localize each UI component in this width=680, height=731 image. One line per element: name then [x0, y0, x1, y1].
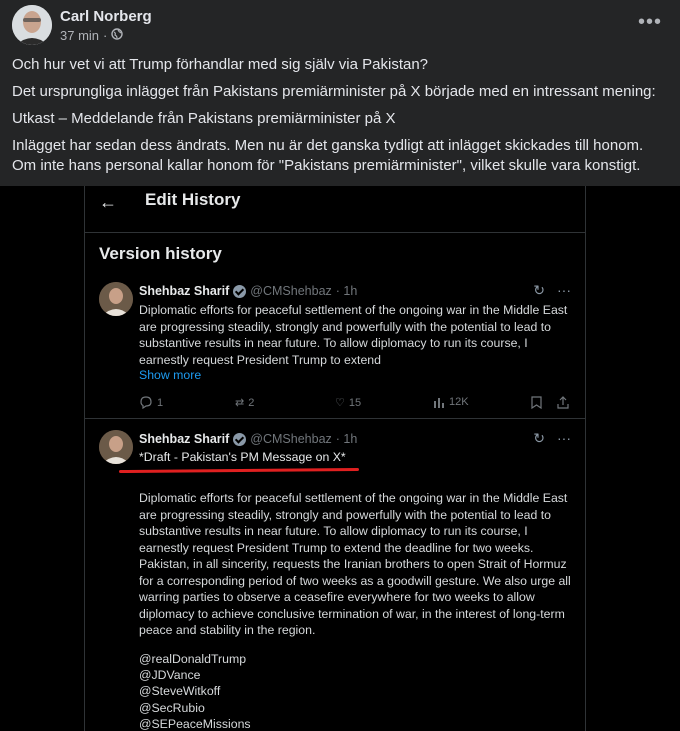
- author-name[interactable]: Carl Norberg: [60, 8, 152, 25]
- more-options-icon[interactable]: •••: [638, 12, 662, 34]
- tweet-author-name: Shehbaz Sharif: [139, 432, 230, 446]
- mention: @realDonaldTrump: [139, 652, 247, 666]
- post-paragraph: Om inte hans personal kallar honom för "…: [12, 157, 641, 174]
- tweet-body: Diplomatic efforts for peaceful settleme…: [139, 491, 571, 637]
- show-more-link: Show more: [139, 368, 202, 382]
- post-header: Carl Norberg 37 min · •••: [0, 0, 680, 52]
- bookmark-icon: [531, 396, 542, 409]
- mention: @SteveWitkoff: [139, 684, 221, 699]
- reply-stat: 1: [139, 396, 163, 409]
- mention: @SEPeaceMissions: [139, 716, 251, 731]
- share-icon: [557, 396, 569, 409]
- version-history-title: Version history: [99, 244, 222, 263]
- post-paragraph: Det ursprungliga inlägget från Pakistans…: [12, 83, 656, 100]
- heart-icon: ♡: [335, 397, 345, 409]
- tweet-actions: ↻ ···: [533, 430, 571, 447]
- author-avatar[interactable]: [12, 5, 52, 45]
- tweet-version-original: Shehbaz Sharif @CMShehbaz · 1h ↻ ··· *Dr…: [85, 426, 585, 731]
- red-underline-annotation: [118, 467, 360, 474]
- back-arrow-icon: ←: [99, 192, 117, 212]
- tweet-header: Shehbaz Sharif @CMShehbaz · 1h: [139, 284, 357, 298]
- edit-history-header: ← Edit History: [85, 186, 585, 233]
- repost-icon: ⇄: [235, 397, 245, 409]
- reply-icon: [140, 396, 152, 409]
- tweet-avatar: [99, 430, 133, 464]
- repost-count: 2: [248, 396, 255, 409]
- verified-badge-icon: [233, 432, 247, 446]
- verified-badge-icon: [233, 284, 247, 298]
- post-paragraph: Och hur vet vi att Trump förhandlar med …: [12, 56, 429, 73]
- more-options-icon: ···: [557, 430, 571, 446]
- post-meta: 37 min ·: [60, 28, 124, 43]
- repost-stat: ⇄ 2: [235, 396, 255, 410]
- tweet-version-latest: Shehbaz Sharif @CMShehbaz · 1h ↻ ··· Dip…: [85, 278, 585, 419]
- like-stat: ♡ 15: [335, 396, 362, 410]
- tweet-time: · 1h: [335, 284, 358, 298]
- edit-refresh-icon: ↻: [533, 282, 545, 298]
- tweet-author-name: Shehbaz Sharif: [139, 284, 230, 298]
- tweet-body: Diplomatic efforts for peaceful settleme…: [139, 303, 568, 367]
- reply-count: 1: [157, 396, 164, 409]
- tweet-handle: @CMShehbaz: [250, 284, 332, 298]
- views-icon: [434, 397, 444, 408]
- globe-icon: [111, 28, 124, 43]
- meta-separator: ·: [103, 28, 108, 43]
- post-image[interactable]: ← Edit History Version history Shehbaz S…: [0, 186, 680, 731]
- tweet-mentions: @realDonaldTrump @JDVance @SteveWitkoff …: [139, 651, 251, 731]
- views-count: 12K: [449, 396, 469, 408]
- post-paragraph: Utkast – Meddelande från Pakistans premi…: [12, 110, 396, 127]
- edit-refresh-icon: ↻: [533, 430, 545, 446]
- tweet-actions: ↻ ···: [533, 282, 571, 299]
- like-count: 15: [348, 396, 362, 409]
- post-time[interactable]: 37 min: [60, 28, 99, 43]
- more-options-icon: ···: [557, 282, 571, 298]
- tweet-time: · 1h: [335, 432, 358, 446]
- post-paragraph: Inlägget har sedan dess ändrats. Men nu …: [12, 137, 644, 154]
- views-stat: 12K: [433, 396, 469, 408]
- mention: @JDVance: [139, 668, 201, 683]
- tweet-header: Shehbaz Sharif @CMShehbaz · 1h: [139, 432, 357, 446]
- tweet-handle: @CMShehbaz: [250, 432, 332, 446]
- mention: @SecRubio: [139, 700, 205, 715]
- edit-history-pane: ← Edit History Version history Shehbaz S…: [84, 186, 586, 731]
- tweet-avatar: [99, 282, 133, 316]
- edit-history-title: Edit History: [145, 190, 241, 209]
- draft-label: *Draft - Pakistan's PM Message on X*: [139, 450, 346, 464]
